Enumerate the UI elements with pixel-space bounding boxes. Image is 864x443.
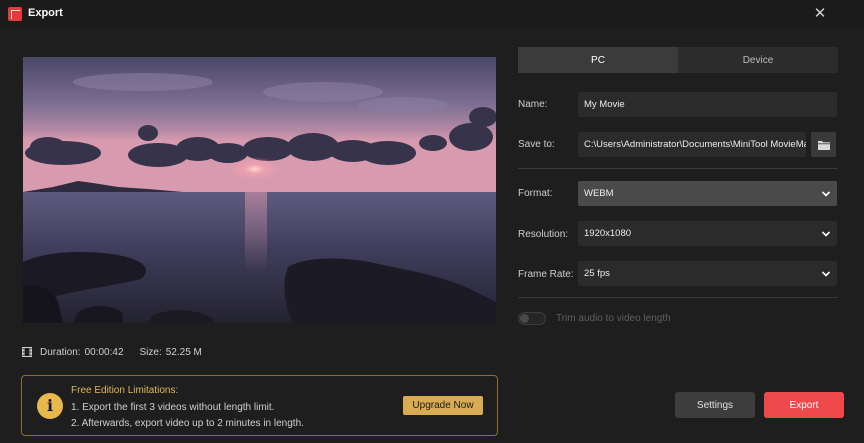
free-edition-limitations: i Free Edition Limitations: 1. Export th…	[21, 375, 498, 436]
info-icon: i	[37, 393, 63, 419]
frame-rate-select[interactable]: 25 fps	[578, 261, 837, 286]
window-title: Export	[28, 7, 63, 19]
format-label: Format:	[518, 188, 553, 199]
limitation-line-2: 2. Afterwards, export video up to 2 minu…	[71, 418, 304, 429]
limitations-title: Free Edition Limitations:	[71, 385, 179, 396]
size-label: Size:	[139, 346, 162, 358]
video-preview	[23, 57, 496, 323]
duration-label: Duration:	[40, 346, 81, 358]
toggle-knob	[520, 314, 529, 323]
app-logo-icon	[8, 7, 22, 21]
format-value: WEBM	[584, 188, 614, 199]
size-value: 52.25 M	[165, 346, 202, 358]
settings-button[interactable]: Settings	[675, 392, 755, 418]
browse-folder-button[interactable]	[811, 132, 836, 157]
tab-pc[interactable]: PC	[518, 47, 678, 73]
export-button[interactable]: Export	[764, 392, 844, 418]
sunset-sea-image	[23, 57, 496, 323]
name-input[interactable]: My Movie	[578, 92, 837, 117]
limitation-line-1: 1. Export the first 3 videos without len…	[71, 402, 275, 413]
name-label: Name:	[518, 99, 548, 110]
tab-device[interactable]: Device	[678, 47, 838, 73]
save-path-input[interactable]: C:\Users\Administrator\Documents\MiniToo…	[578, 132, 806, 157]
title-bar: Export ✕	[0, 0, 864, 28]
trim-audio-toggle[interactable]	[518, 312, 546, 325]
video-info: Duration: 00:00:42 Size: 52.25 M	[22, 345, 202, 359]
chevron-down-icon	[821, 190, 831, 197]
resolution-label: Resolution:	[518, 229, 569, 240]
resolution-select[interactable]: 1920x1080	[578, 221, 837, 246]
chevron-down-icon	[821, 230, 831, 237]
folder-icon	[817, 140, 830, 150]
trim-audio-label: Trim audio to video length	[556, 313, 671, 324]
duration-value: 00:00:42	[84, 346, 124, 358]
resolution-value: 1920x1080	[584, 228, 632, 239]
divider	[518, 297, 838, 298]
format-select[interactable]: WEBM	[578, 181, 837, 206]
film-icon	[22, 347, 32, 357]
upgrade-now-button[interactable]: Upgrade Now	[403, 396, 483, 415]
divider	[518, 168, 838, 169]
close-icon[interactable]: ✕	[807, 2, 833, 26]
export-target-tabs: PC Device	[518, 47, 838, 73]
save-to-label: Save to:	[518, 139, 555, 150]
frame-rate-value: 25 fps	[584, 268, 610, 279]
frame-rate-label: Frame Rate:	[518, 269, 574, 280]
chevron-down-icon	[821, 270, 831, 277]
